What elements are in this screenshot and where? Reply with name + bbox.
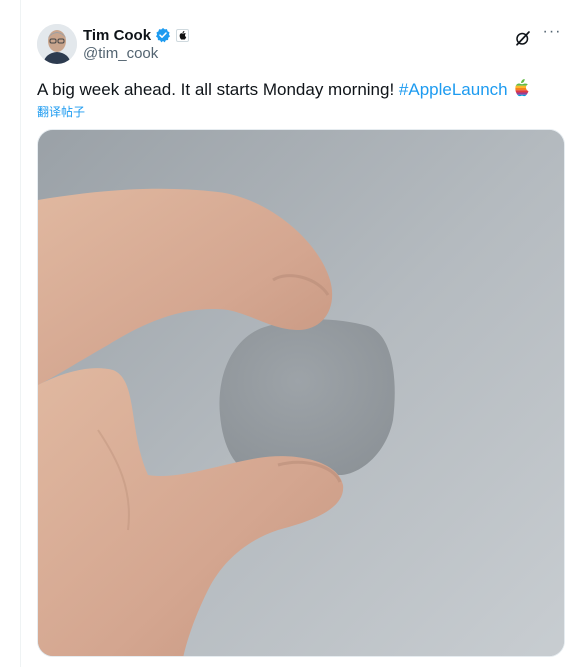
verified-badge-icon[interactable]	[155, 27, 171, 43]
avatar[interactable]	[37, 24, 77, 64]
author-handle[interactable]: @tim_cook	[83, 45, 189, 62]
tweet-body: A big week ahead. It all starts Monday m…	[37, 80, 399, 99]
translate-post-link[interactable]: 翻译帖子	[37, 103, 85, 120]
hashtag-link[interactable]: #AppleLaunch	[399, 80, 508, 99]
timeline-divider	[20, 0, 21, 667]
tweet-header: Tim Cook @tim_cook ···	[37, 24, 567, 64]
hand-holding-apple-illustration	[38, 130, 564, 656]
more-icon: ···	[542, 23, 562, 40]
more-options-button[interactable]: ···	[541, 23, 563, 45]
author-name[interactable]: Tim Cook	[83, 27, 151, 44]
grok-icon[interactable]	[513, 28, 533, 48]
author-block: Tim Cook @tim_cook	[83, 26, 190, 62]
tweet-text: A big week ahead. It all starts Monday m…	[37, 79, 530, 101]
rainbow-apple-emoji	[515, 79, 529, 97]
apple-affiliate-icon[interactable]	[176, 28, 190, 42]
tweet-media-image[interactable]	[37, 129, 565, 657]
